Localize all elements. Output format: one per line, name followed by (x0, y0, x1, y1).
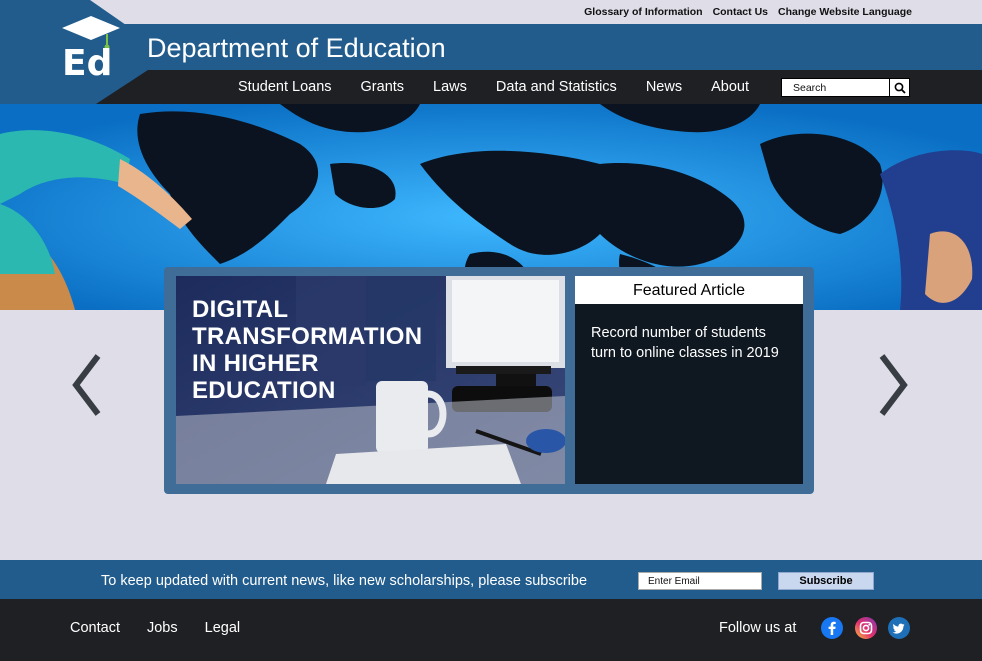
facebook-link[interactable] (821, 617, 843, 639)
search-box (781, 78, 910, 97)
featured-article-text: Record number of students turn to online… (591, 325, 779, 361)
main-nav: Student Loans Grants Laws Data and Stati… (238, 70, 778, 104)
change-language-link[interactable]: Change Website Language (778, 6, 912, 18)
nav-news[interactable]: News (646, 79, 682, 95)
search-button[interactable] (889, 79, 909, 96)
instagram-link[interactable] (855, 617, 877, 639)
carousel-next-button[interactable] (876, 352, 910, 418)
nav-grants[interactable]: Grants (361, 79, 405, 95)
search-icon (894, 82, 906, 94)
footer-contact-link[interactable]: Contact (70, 620, 120, 636)
subscribe-button[interactable]: Subscribe (778, 572, 874, 590)
nav-student-loans[interactable]: Student Loans (238, 79, 332, 95)
utility-bar: Glossary of Information Contact Us Chang… (0, 0, 982, 24)
featured-article-label: Featured Article (575, 276, 803, 304)
glossary-link[interactable]: Glossary of Information (584, 6, 702, 18)
twitter-link[interactable] (888, 617, 910, 639)
footer-links: Contact Jobs Legal (70, 620, 267, 636)
feature-headline: Digital Transformation in Higher Educati… (192, 296, 423, 404)
feature-article-image[interactable]: Digital Transformation in Higher Educati… (176, 276, 565, 484)
facebook-icon (821, 617, 843, 639)
featured-article-panel[interactable]: Featured Article Record number of studen… (575, 276, 803, 484)
twitter-icon (888, 617, 910, 639)
nav-data-statistics[interactable]: Data and Statistics (496, 79, 617, 95)
contact-us-link[interactable]: Contact Us (713, 6, 768, 18)
carousel-prev-button[interactable] (70, 352, 104, 418)
utility-links: Glossary of Information Contact Us Chang… (584, 6, 912, 18)
email-field[interactable] (638, 572, 762, 590)
instagram-icon (855, 617, 877, 639)
subscribe-text: To keep updated with current news, like … (101, 573, 588, 589)
ed-logo-icon: Ed (62, 16, 120, 84)
footer-jobs-link[interactable]: Jobs (147, 620, 178, 636)
site-title[interactable]: Department of Education (147, 30, 446, 66)
footer-legal-link[interactable]: Legal (205, 620, 240, 636)
follow-us-label: Follow us at (719, 620, 797, 636)
chevron-left-icon (72, 354, 101, 416)
nav-about[interactable]: About (711, 79, 749, 95)
search-input[interactable] (782, 79, 889, 96)
logo-letter-e: Ed (62, 43, 112, 78)
nav-laws[interactable]: Laws (433, 79, 467, 95)
ed-logo[interactable]: Ed (60, 14, 122, 84)
chevron-right-icon (879, 354, 908, 416)
